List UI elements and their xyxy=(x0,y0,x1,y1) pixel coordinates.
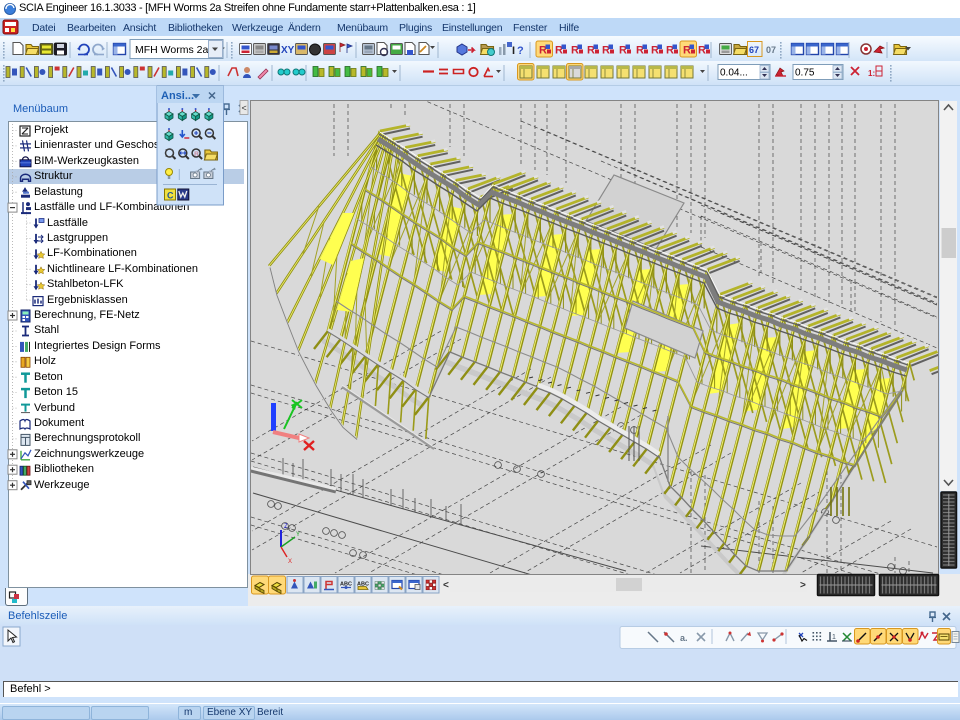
svg-text:<: < xyxy=(443,580,449,591)
svg-text:>: > xyxy=(800,580,806,591)
svg-text:I: I xyxy=(512,45,515,57)
svg-text:67: 67 xyxy=(749,45,759,55)
svg-text:XY: XY xyxy=(281,45,295,56)
svg-text:R: R xyxy=(194,151,199,158)
svg-text:?: ? xyxy=(517,45,524,57)
svg-text:0.04...: 0.04... xyxy=(720,68,748,79)
svg-text:a.: a. xyxy=(680,633,688,643)
svg-text:1: 1 xyxy=(832,634,836,641)
svg-text:07: 07 xyxy=(766,45,776,55)
svg-text:Ansi...: Ansi... xyxy=(161,90,194,102)
svg-text:<: < xyxy=(242,103,247,113)
svg-text:1:: 1: xyxy=(868,69,875,78)
svg-text:C: C xyxy=(167,191,174,201)
svg-text:0.75: 0.75 xyxy=(795,68,815,79)
